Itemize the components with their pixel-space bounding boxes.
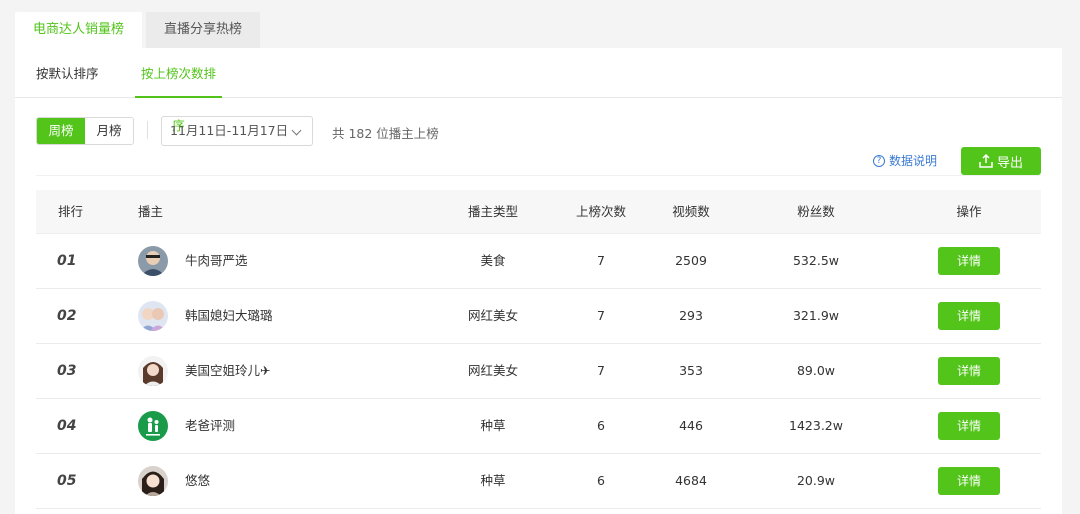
times-cell: 6 bbox=[597, 473, 605, 488]
data-explain-link[interactable]: ? 数据说明 bbox=[873, 152, 937, 169]
rank-cell: 02 bbox=[57, 308, 77, 324]
data-explain-label: 数据说明 bbox=[889, 154, 938, 168]
table-header: 排行 播主 播主类型 上榜次数 视频数 粉丝数 操作 bbox=[36, 190, 1041, 234]
videos-cell: 4684 bbox=[675, 473, 707, 488]
rank-cell: 01 bbox=[57, 253, 77, 269]
period-toggle: 周榜 月榜 bbox=[36, 117, 134, 145]
detail-button[interactable]: 详情 bbox=[938, 247, 1000, 275]
times-cell: 6 bbox=[597, 418, 605, 433]
avatar bbox=[138, 246, 168, 276]
question-circle-icon: ? bbox=[873, 154, 885, 167]
export-button[interactable]: 导出 bbox=[961, 147, 1041, 175]
week-button[interactable]: 周榜 bbox=[37, 118, 85, 144]
detail-button[interactable]: 详情 bbox=[938, 412, 1000, 440]
avatar bbox=[138, 356, 168, 386]
upload-icon bbox=[979, 154, 993, 168]
detail-button[interactable]: 详情 bbox=[938, 357, 1000, 385]
rank-cell: 05 bbox=[57, 473, 77, 489]
date-range-select[interactable]: 11月11日-11月17日 bbox=[161, 116, 313, 146]
type-cell: 网红美女 bbox=[467, 363, 518, 378]
videos-cell: 293 bbox=[679, 308, 703, 323]
rank-cell: 03 bbox=[57, 363, 77, 379]
type-cell: 种草 bbox=[480, 418, 506, 433]
rank-cell: 04 bbox=[57, 418, 77, 434]
streamer-name: 牛肉哥严选 bbox=[185, 253, 248, 268]
summary-count: 共 182 位播主上榜 bbox=[332, 126, 439, 141]
streamer-name: 悠悠 bbox=[185, 473, 211, 488]
fans-cell: 1423.2w bbox=[789, 418, 843, 433]
type-cell: 种草 bbox=[480, 473, 506, 488]
times-cell: 7 bbox=[597, 308, 605, 323]
divider bbox=[147, 121, 148, 139]
top-tabs: 电商达人销量榜 直播分享热榜 bbox=[15, 12, 264, 48]
streamer-name: 美国空姐玲儿✈ bbox=[185, 363, 271, 378]
fans-cell: 532.5w bbox=[792, 253, 839, 268]
header-type: 播主类型 bbox=[467, 204, 518, 219]
table-row: 02 韩国媳妇大璐璐 网红美女 7 293 321.9w 详情 bbox=[36, 289, 1041, 344]
streamer-name: 老爸评测 bbox=[185, 418, 236, 433]
chevron-down-icon bbox=[291, 125, 302, 136]
header-videos: 视频数 bbox=[672, 204, 710, 219]
avatar bbox=[138, 411, 168, 441]
fans-cell: 321.9w bbox=[792, 308, 839, 323]
type-cell: 网红美女 bbox=[467, 308, 518, 323]
videos-cell: 353 bbox=[679, 363, 703, 378]
tab-ecommerce-sales[interactable]: 电商达人销量榜 bbox=[15, 12, 143, 48]
table-row: 05 悠悠 种草 6 4684 20.9w 详情 bbox=[36, 454, 1041, 509]
avatar bbox=[138, 466, 168, 496]
main-panel: 按默认排序 按上榜次数排序 周榜 月榜 11月11日-11月17日 共 182 … bbox=[15, 48, 1062, 514]
header-times: 上榜次数 bbox=[575, 204, 626, 219]
videos-cell: 446 bbox=[679, 418, 703, 433]
fans-cell: 89.0w bbox=[796, 363, 836, 378]
times-cell: 7 bbox=[597, 363, 605, 378]
detail-button[interactable]: 详情 bbox=[938, 467, 1000, 495]
date-range-value: 11月11日-11月17日 bbox=[170, 123, 289, 138]
table-row: 03 美国空姐玲儿✈ 网红美女 7 353 89.0w 详情 bbox=[36, 344, 1041, 399]
header-streamer: 播主 bbox=[138, 204, 164, 219]
header-rank: 排行 bbox=[58, 204, 84, 219]
sort-tabs: 按默认排序 按上榜次数排序 bbox=[15, 48, 1062, 133]
table-row: 04 老爸评测 种草 6 446 1423.2w 详情 bbox=[36, 399, 1041, 454]
table-row: 01 牛肉哥严选 美食 7 2509 532.5w 详情 bbox=[36, 234, 1041, 289]
month-button[interactable]: 月榜 bbox=[85, 118, 133, 144]
detail-button[interactable]: 详情 bbox=[938, 302, 1000, 330]
export-label: 导出 bbox=[996, 155, 1023, 171]
fans-cell: 20.9w bbox=[796, 473, 836, 488]
divider bbox=[36, 175, 1041, 176]
avatar bbox=[138, 301, 168, 331]
times-cell: 7 bbox=[597, 253, 605, 268]
type-cell: 美食 bbox=[480, 253, 506, 268]
header-fans: 粉丝数 bbox=[797, 204, 835, 219]
tab-live-share[interactable]: 直播分享热榜 bbox=[146, 12, 261, 48]
header-action: 操作 bbox=[956, 204, 982, 219]
videos-cell: 2509 bbox=[675, 253, 707, 268]
streamer-name: 韩国媳妇大璐璐 bbox=[185, 308, 273, 323]
tab-sort-default[interactable]: 按默认排序 bbox=[36, 48, 99, 98]
tab-sort-by-times[interactable]: 按上榜次数排序 bbox=[135, 48, 222, 133]
